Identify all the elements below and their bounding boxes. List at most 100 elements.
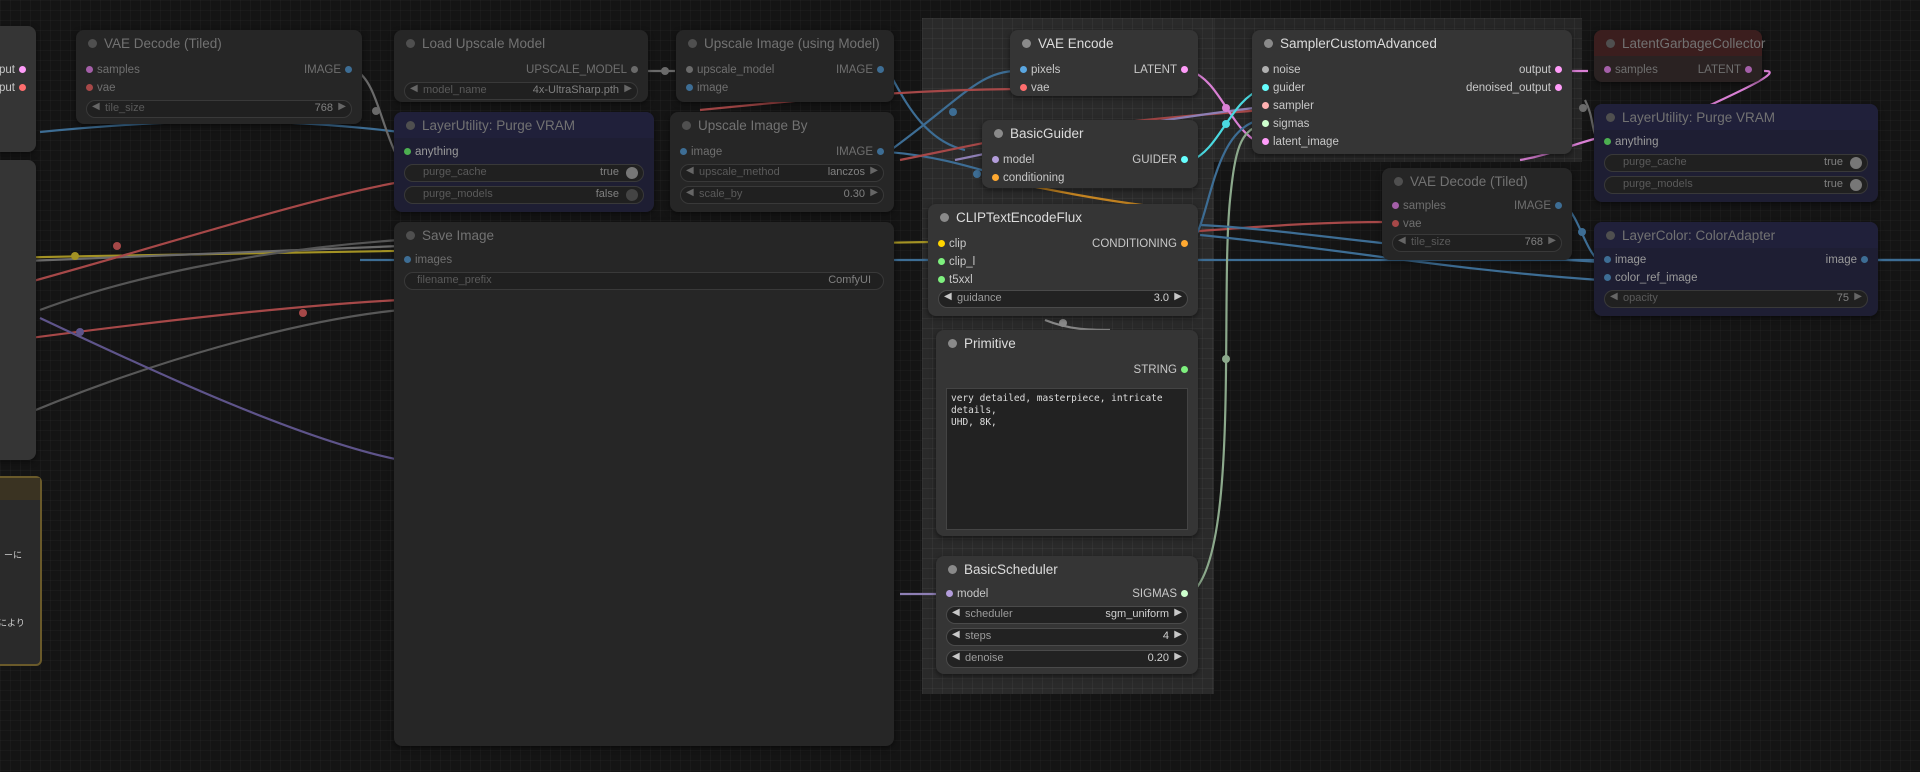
node-header[interactable]: Upscale Image By [670, 112, 894, 138]
input-model[interactable]: model [992, 154, 1034, 166]
note-node-partial[interactable]: ーに により [0, 476, 42, 666]
output-sigmas[interactable]: SIGMAS [1132, 588, 1188, 600]
decrement-arrow-icon[interactable]: ◀ [410, 83, 418, 94]
latent-input-pin[interactable] [1262, 138, 1269, 146]
scheduler-widget[interactable]: ◀ scheduler sgm_uniform ▶ [946, 606, 1188, 624]
latent-input-pin[interactable] [1392, 202, 1399, 210]
decrement-arrow-icon[interactable]: ◀ [1610, 291, 1618, 302]
model-input-pin[interactable] [992, 156, 999, 164]
output-image[interactable]: IMAGE [836, 64, 884, 76]
increment-arrow-icon[interactable]: ▶ [624, 83, 632, 94]
sigmas-output-pin[interactable] [1181, 590, 1188, 598]
conditioning-output-pin[interactable] [1181, 240, 1188, 248]
node-header[interactable]: Load Upscale Model [394, 30, 648, 56]
decrement-arrow-icon[interactable]: ◀ [952, 607, 960, 618]
node-latent-garbage-collector[interactable]: LatentGarbageCollector samples LATENT [1594, 30, 1765, 82]
toggle-knob-icon[interactable] [1850, 157, 1862, 169]
output-image[interactable]: IMAGE [1514, 200, 1562, 212]
node-purge-vram-2[interactable]: LayerUtility: Purge VRAM anything purge_… [1594, 104, 1878, 202]
image-input-pin[interactable] [404, 256, 411, 264]
input-upscale-model[interactable]: upscale_model [686, 64, 774, 76]
latent-output-pin[interactable] [1745, 66, 1752, 74]
prompt-textarea[interactable]: very detailed, masterpiece, intricate de… [946, 388, 1188, 530]
decrement-arrow-icon[interactable]: ◀ [944, 291, 952, 302]
purge-cache-toggle[interactable]: purge_cache true [1604, 154, 1868, 172]
node-header[interactable]: LayerUtility: Purge VRAM [1594, 104, 1878, 130]
vae-output-pin[interactable] [19, 84, 26, 92]
collapse-dot-icon[interactable] [940, 213, 949, 222]
node-header[interactable]: CLIPTextEncodeFlux [928, 204, 1198, 230]
any-input-pin[interactable] [404, 148, 411, 156]
toggle-knob-icon[interactable] [626, 167, 638, 179]
output-string[interactable]: STRING [1134, 364, 1188, 376]
increment-arrow-icon[interactable]: ▶ [870, 165, 878, 176]
output-image[interactable]: IMAGE [304, 64, 352, 76]
input-anything[interactable]: anything [404, 146, 458, 158]
scale-by-widget[interactable]: ◀ scale_by 0.30 ▶ [680, 186, 884, 204]
input-image[interactable]: image [686, 82, 728, 94]
input-image[interactable]: image [680, 146, 722, 158]
collapse-dot-icon[interactable] [88, 39, 97, 48]
decrement-arrow-icon[interactable]: ◀ [92, 101, 100, 112]
purge-models-toggle[interactable]: purge_models true [1604, 176, 1868, 194]
guider-input-pin[interactable] [1262, 84, 1269, 92]
node-header[interactable]: Save Image [394, 222, 894, 248]
decrement-arrow-icon[interactable]: ◀ [686, 187, 694, 198]
left-output-2[interactable]: tput [0, 82, 26, 94]
increment-arrow-icon[interactable]: ▶ [338, 101, 346, 112]
node-upscale-image-by[interactable]: Upscale Image By image IMAGE ◀ upscale_me… [670, 112, 894, 212]
clip-input-pin[interactable] [938, 240, 945, 248]
collapse-dot-icon[interactable] [406, 39, 415, 48]
latent-input-pin[interactable] [1604, 66, 1611, 74]
node-primitive[interactable]: Primitive STRING very detailed, masterpi… [936, 330, 1198, 536]
image-output-pin[interactable] [345, 66, 352, 74]
node-clip-text-encode-flux[interactable]: CLIPTextEncodeFlux clip clip_l t5xxl CON… [928, 204, 1198, 316]
node-upscale-image-using-model[interactable]: Upscale Image (using Model) upscale_mode… [676, 30, 894, 102]
node-vae-decode-tiled-2[interactable]: VAE Decode (Tiled) samples vae IMAGE ◀ ti… [1382, 168, 1572, 260]
left-partial-node[interactable]: tput tput [0, 26, 36, 152]
output-latent[interactable]: LATENT [1134, 64, 1188, 76]
latent-input-pin[interactable] [86, 66, 93, 74]
increment-arrow-icon[interactable]: ▶ [1174, 607, 1182, 618]
node-header[interactable]: LayerUtility: Purge VRAM [394, 112, 654, 138]
latent-output-pin[interactable] [1555, 66, 1562, 74]
noise-input-pin[interactable] [1262, 66, 1269, 74]
image-output-pin[interactable] [1555, 202, 1562, 210]
increment-arrow-icon[interactable]: ▶ [1174, 651, 1182, 662]
latent-output-pin[interactable] [1181, 66, 1188, 74]
input-samples[interactable]: samples [86, 64, 140, 76]
model-name-widget[interactable]: ◀ model_name 4x-UltraSharp.pth ▶ [404, 82, 638, 100]
input-guider[interactable]: guider [1262, 82, 1305, 94]
input-pixels[interactable]: pixels [1020, 64, 1060, 76]
node-save-image[interactable]: Save Image images filename_prefix ComfyUI [394, 222, 894, 746]
collapse-dot-icon[interactable] [1606, 39, 1615, 48]
node-vae-decode-tiled-1[interactable]: VAE Decode (Tiled) samples vae IMAGE ◀ ti… [76, 30, 362, 124]
node-header[interactable]: Upscale Image (using Model) [676, 30, 894, 56]
steps-widget[interactable]: ◀ steps 4 ▶ [946, 628, 1188, 646]
image-output-pin[interactable] [1861, 256, 1868, 264]
output-latent[interactable]: LATENT [1698, 64, 1752, 76]
node-header[interactable]: BasicGuider [982, 120, 1198, 146]
node-header[interactable]: Primitive [936, 330, 1198, 356]
input-noise[interactable]: noise [1262, 64, 1301, 76]
input-anything[interactable]: anything [1604, 136, 1658, 148]
image-input-pin[interactable] [1604, 274, 1611, 282]
decrement-arrow-icon[interactable]: ◀ [686, 165, 694, 176]
collapse-dot-icon[interactable] [948, 565, 957, 574]
decrement-arrow-icon[interactable]: ◀ [952, 629, 960, 640]
any-input-pin[interactable] [1604, 138, 1611, 146]
node-sampler-custom-advanced[interactable]: SamplerCustomAdvanced noise guider sampl… [1252, 30, 1572, 154]
image-input-pin[interactable] [686, 84, 693, 92]
image-output-pin[interactable] [877, 148, 884, 156]
purge-cache-toggle[interactable]: purge_cache true [404, 164, 644, 182]
output-denoised[interactable]: denoised_output [1466, 82, 1562, 94]
input-model[interactable]: model [946, 588, 988, 600]
collapse-dot-icon[interactable] [1394, 177, 1403, 186]
model-input-pin[interactable] [946, 590, 953, 598]
string-output-pin[interactable] [1181, 366, 1188, 374]
input-color-ref-image[interactable]: color_ref_image [1604, 272, 1697, 284]
collapse-dot-icon[interactable] [688, 39, 697, 48]
decrement-arrow-icon[interactable]: ◀ [952, 651, 960, 662]
collapse-dot-icon[interactable] [406, 231, 415, 240]
node-header[interactable]: BasicScheduler [936, 556, 1198, 582]
